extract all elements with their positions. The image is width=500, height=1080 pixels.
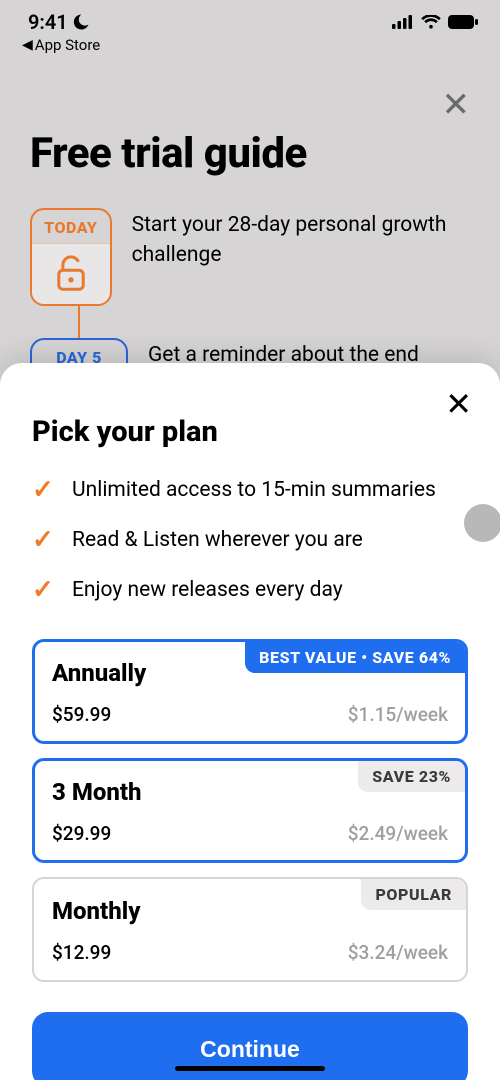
timeline: TODAY Start your 28-day personal growth … <box>30 208 470 380</box>
plan-option-monthly[interactable]: POPULAR Monthly $12.99 $3.24/week <box>32 877 468 982</box>
timeline-connector <box>78 306 80 338</box>
status-time: 9:41 <box>28 10 68 34</box>
status-left: 9:41 <box>28 10 90 34</box>
status-right <box>392 15 478 29</box>
status-bar: 9:41 <box>0 0 500 34</box>
benefit-item: ✓ Read & Listen wherever you are <box>32 525 468 555</box>
plan-weekly-price: $1.15/week <box>348 703 448 726</box>
benefits-list: ✓ Unlimited access to 15-min summaries ✓… <box>32 475 468 605</box>
sheet-close-icon[interactable]: ✕ <box>445 385 472 423</box>
benefit-text: Read & Listen wherever you are <box>72 528 363 552</box>
benefit-text: Enjoy new releases every day <box>72 578 343 602</box>
plan-name: Annually <box>52 659 146 687</box>
wifi-icon <box>421 15 441 29</box>
do-not-disturb-icon <box>72 13 90 31</box>
check-icon: ✓ <box>32 525 56 555</box>
home-indicator[interactable] <box>175 1066 325 1071</box>
timeline-icon-row <box>32 243 110 304</box>
close-icon[interactable]: ✕ <box>442 85 471 125</box>
check-icon: ✓ <box>32 575 56 605</box>
sheet-title: Pick your plan <box>32 415 468 449</box>
back-to-app-link[interactable]: ◀ App Store <box>0 34 500 54</box>
trial-guide-page: ✕ Free trial guide TODAY Start your 28-d… <box>0 54 500 380</box>
timeline-text-today: Start your 28-day personal growth challe… <box>132 208 470 271</box>
timeline-row-today: TODAY Start your 28-day personal growth … <box>30 208 470 306</box>
unlock-icon <box>54 254 88 292</box>
plan-weekly-price: $3.24/week <box>348 941 448 964</box>
timeline-label-today: TODAY <box>44 210 97 243</box>
check-icon: ✓ <box>32 475 56 505</box>
plan-price: $59.99 <box>52 703 111 726</box>
benefit-item: ✓ Enjoy new releases every day <box>32 575 468 605</box>
plan-option-3month[interactable]: SAVE 23% 3 Month $29.99 $2.49/week <box>32 758 468 863</box>
benefit-item: ✓ Unlimited access to 15-min summaries <box>32 475 468 505</box>
plan-name: 3 Month <box>52 778 142 806</box>
plan-badge: BEST VALUE • SAVE 64% <box>245 642 465 673</box>
back-app-label: App Store <box>35 36 100 54</box>
plan-weekly-price: $2.49/week <box>348 822 448 845</box>
plan-option-annually[interactable]: BEST VALUE • SAVE 64% Annually $59.99 $1… <box>32 639 468 744</box>
cellular-icon <box>392 15 414 29</box>
plan-picker-sheet: ✕ Pick your plan ✓ Unlimited access to 1… <box>0 363 500 1080</box>
back-caret-icon: ◀ <box>22 37 33 53</box>
timeline-box-today: TODAY <box>30 208 112 306</box>
battery-icon <box>448 15 478 29</box>
plan-name: Monthly <box>52 897 140 925</box>
plan-badge: POPULAR <box>361 879 466 910</box>
plan-badge: SAVE 23% <box>358 761 465 792</box>
page-title: Free trial guide <box>30 129 470 178</box>
touch-indicator-icon <box>464 504 500 542</box>
plans-list: BEST VALUE • SAVE 64% Annually $59.99 $1… <box>32 639 468 982</box>
plan-price: $29.99 <box>52 822 111 845</box>
benefit-text: Unlimited access to 15-min summaries <box>72 478 436 502</box>
plan-price: $12.99 <box>52 941 111 964</box>
